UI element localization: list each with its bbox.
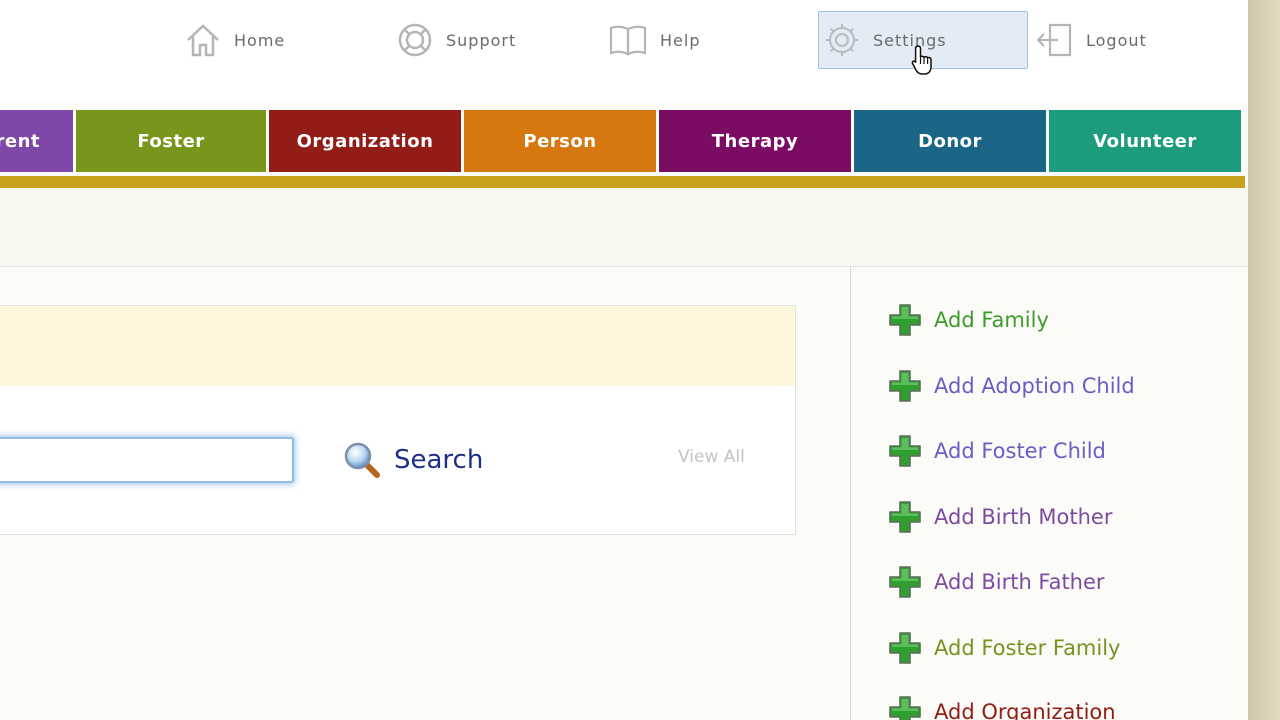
search-button[interactable]: Search [342,440,483,480]
add-organization-link[interactable]: Add Organization [888,692,1116,720]
logout-icon [1036,23,1072,57]
add-item-label: Add Birth Father [934,570,1105,594]
module-tabs: rent Foster Organization Person Therapy … [0,110,1248,172]
nav-support-label: Support [446,30,517,50]
plus-icon [889,304,921,336]
plus-icon [889,696,921,720]
nav-settings-link[interactable]: Settings [818,11,1028,69]
plus-icon [889,632,921,664]
tab-parent[interactable]: rent [0,110,73,172]
view-all-link[interactable]: View All [678,447,745,467]
tab-underline-bar [0,176,1245,188]
search-panel: Search View All [0,305,796,535]
search-button-label: Search [394,445,484,475]
gear-icon [826,24,858,56]
book-icon [609,25,647,56]
tab-organization[interactable]: Organization [269,110,461,172]
nav-settings-label: Settings [873,30,947,50]
tab-therapy[interactable]: Therapy [659,110,851,172]
home-icon [187,24,219,57]
nav-help-label: Help [660,30,701,50]
add-item-label: Add Adoption Child [934,374,1135,398]
add-foster-family-link[interactable]: Add Foster Family [888,628,1121,668]
add-foster-child-link[interactable]: Add Foster Child [888,431,1106,471]
tab-volunteer[interactable]: Volunteer [1049,110,1241,172]
app-window: Home Support Help Settings Logout ent Fo… [0,0,1248,720]
add-birth-mother-link[interactable]: Add Birth Mother [888,497,1113,537]
top-navigation: Home Support Help Settings Logout [0,0,1248,100]
nav-logout-label: Logout [1086,30,1147,50]
nav-help-link[interactable]: Help [608,12,700,68]
plus-icon [889,566,921,598]
tab-foster[interactable]: Foster [76,110,266,172]
plus-icon [889,370,921,402]
search-panel-header [0,306,795,386]
add-item-label: Add Family [934,308,1049,332]
nav-home-label: Home [234,30,286,50]
nav-logout-link[interactable]: Logout [1034,12,1147,68]
nav-support-link[interactable]: Support [396,12,516,68]
add-item-label: Add Birth Mother [934,505,1113,529]
window-edge-shadow [1248,0,1280,720]
plus-icon [889,501,921,533]
magnifier-icon [344,442,380,478]
lifebuoy-icon [398,23,432,57]
add-family-link[interactable]: Add Family [888,300,1049,340]
sub-header-band [0,188,1248,267]
plus-icon [889,435,921,467]
add-adoption-child-link[interactable]: Add Adoption Child [888,366,1135,406]
nav-home-link[interactable]: Home [184,12,285,68]
add-item-label: Add Foster Family [934,636,1121,660]
search-input[interactable] [0,437,294,483]
tab-donor[interactable]: Donor [854,110,1046,172]
add-item-label: Add Organization [934,700,1116,720]
add-menu-panel: Add Family Add Adoption Child Add Foster… [850,267,1248,720]
add-birth-father-link[interactable]: Add Birth Father [888,562,1105,602]
add-item-label: Add Foster Child [934,439,1106,463]
tab-person[interactable]: Person [464,110,656,172]
